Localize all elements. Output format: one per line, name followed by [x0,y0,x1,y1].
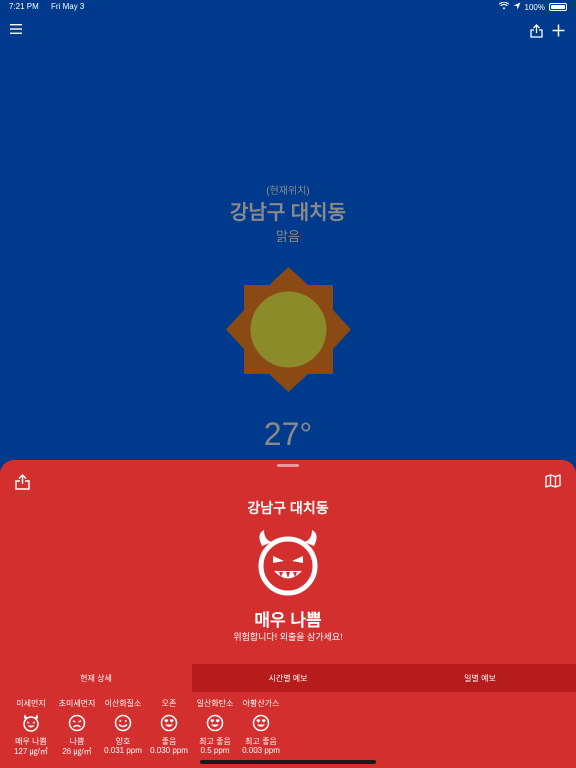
pollutant-name: 일산화탄소 [196,699,234,708]
heart-eyes-face-icon [206,714,224,732]
pollutant-name: 아황산가스 [242,699,280,708]
devil-face-icon [22,714,40,732]
smile-face-icon [114,714,132,732]
pollutant-status: 양호 [115,737,131,746]
pollutant-co[interactable]: 일산화탄소 최고 좋음 0.5 ppm [192,698,238,756]
tab-current-detail[interactable]: 현재 상세 [0,664,192,692]
heart-eyes-face-icon [160,714,178,732]
map-icon [545,474,561,488]
sad-face-icon [68,714,86,732]
air-quality-sheet: 강남구 대치동 매우 나쁨 위험합니다! 외출을 삼가세요! 현재 상세 시간별… [0,460,576,768]
plus-icon [552,24,565,37]
battery-icon [549,3,567,11]
pollutant-status: 나쁨 [69,737,85,746]
sheet-drag-handle[interactable] [277,464,299,467]
pollutant-value: 0.5 ppm [200,746,230,755]
sheet-location-title: 강남구 대치동 [247,500,329,516]
map-button[interactable] [545,474,561,490]
pollutant-name: 이산화질소 [104,699,142,708]
status-date: Fri May 3 [51,2,85,11]
pollutant-status: 최고 좋음 [199,737,231,746]
pollutant-name: 초미세먼지 [58,699,96,708]
tab-daily-forecast[interactable]: 일별 예보 [384,664,576,692]
menu-button[interactable] [10,24,26,38]
pollutant-name: 오존 [161,699,177,708]
pollutant-status: 좋음 [161,737,177,746]
location-subtitle: (현재위치) [266,186,310,197]
pollutant-name: 미세먼지 [16,699,46,708]
battery-percent: 100% [524,2,545,12]
share-icon [15,474,30,490]
pollutant-value: 0.031 ppm [104,746,142,755]
sun-icon [226,267,351,392]
pollutant-value: 127 ㎍/㎥ [14,747,48,756]
tab-hourly-forecast[interactable]: 시간별 예보 [192,664,384,692]
pollutant-status: 매우 나쁨 [15,737,47,746]
location-arrow-icon [513,2,521,12]
pollutant-value: 0.030 ppm [150,746,188,755]
wifi-icon [498,1,509,12]
pollutant-pm10[interactable]: 미세먼지 매우 나쁨 127 ㎍/㎥ [8,698,54,756]
pollutant-value: 0.003 ppm [242,746,280,755]
location-name: 강남구 대치동 [230,202,346,224]
temperature: 27° [263,416,313,452]
pollutant-so2[interactable]: 아황산가스 최고 좋음 0.003 ppm [238,698,284,756]
pollutant-pm25[interactable]: 초미세먼지 나쁨 26 ㎍/㎥ [54,698,100,756]
devil-face-icon [254,528,322,596]
air-quality-grade: 매우 나쁨 [254,611,322,630]
pollutant-list: 미세먼지 매우 나쁨 127 ㎍/㎥ 초미세먼지 나쁨 26 ㎍/㎥ 이산화질소… [8,698,284,756]
add-location-button[interactable] [552,24,568,38]
heart-eyes-face-icon [252,714,270,732]
pollutant-status: 최고 좋음 [245,737,277,746]
air-quality-advice: 위험합니다! 외출을 삼가세요! [233,632,343,642]
share-icon [530,24,543,38]
weather-condition: 맑음 [276,229,300,244]
sheet-share-button[interactable] [15,474,31,490]
forecast-tabs: 현재 상세 시간별 예보 일별 예보 [0,664,576,692]
pollutant-value: 26 ㎍/㎥ [62,747,92,756]
pollutant-o3[interactable]: 오존 좋음 0.030 ppm [146,698,192,756]
pollutant-no2[interactable]: 이산화질소 양호 0.031 ppm [100,698,146,756]
status-time: 7:21 PM [9,2,39,11]
share-button[interactable] [530,24,546,38]
home-indicator[interactable] [200,760,376,764]
status-bar: 7:21 PM Fri May 3 100% [0,0,576,14]
hamburger-icon [10,24,22,34]
